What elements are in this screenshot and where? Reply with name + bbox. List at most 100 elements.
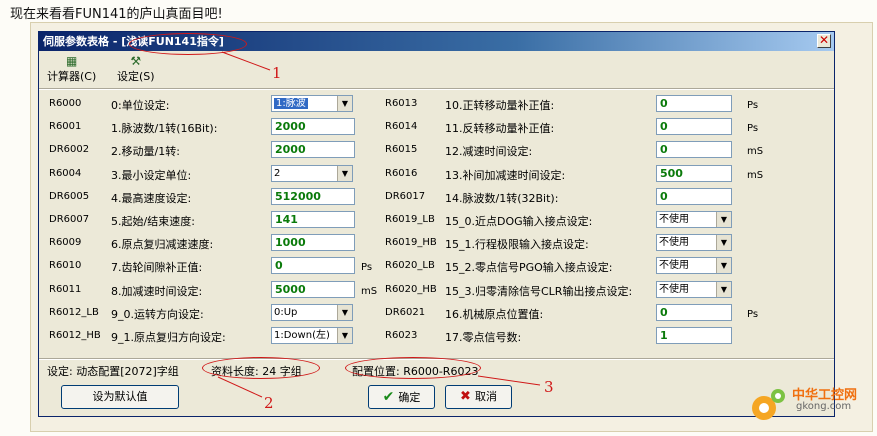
dropdown-arrow-icon[interactable]: ▼ (337, 305, 352, 320)
parameter-input[interactable]: 0 (271, 257, 355, 274)
parameter-input[interactable]: 0 (656, 141, 732, 158)
parameter-label: 15_0.近点DOG输入接点设定: (445, 215, 593, 228)
parameter-select[interactable]: 不使用 ▼ (656, 234, 732, 251)
register-address: R6009 (49, 237, 82, 248)
parameter-label: 11.反转移动量补正值: (445, 122, 555, 135)
unit-label: mS (747, 170, 764, 181)
unit-label: Ps (361, 262, 373, 273)
register-address: R6020_HB (385, 284, 437, 295)
parameter-label: 15_1.行程极限输入接点设定: (445, 238, 589, 251)
parameter-label: 12.减速时间设定: (445, 145, 533, 158)
select-value: 不使用 (659, 237, 689, 248)
register-address: R6011 (49, 284, 82, 295)
unit-label: Ps (747, 123, 759, 134)
unit-label: mS (361, 286, 378, 297)
parameter-label: 13.补间加减速时间设定: (445, 169, 566, 182)
gear-icon (752, 389, 785, 420)
register-address: R6015 (385, 144, 418, 155)
toolbar-calculator-button[interactable]: ▦ 计算器(C) (47, 54, 96, 84)
unit-label: Ps (747, 309, 759, 320)
page-caption: 现在来看看FUN141的庐山真面目吧! (10, 7, 223, 22)
dropdown-arrow-icon[interactable]: ▼ (716, 235, 731, 250)
parameter-input[interactable]: 141 (271, 211, 355, 228)
parameter-select[interactable]: 1:脉波 ▼ (271, 95, 353, 112)
annotation-label-3: 3 (544, 378, 554, 396)
register-address: R6019_LB (385, 214, 435, 225)
set-default-button[interactable]: 设为默认值 (61, 385, 179, 409)
dropdown-arrow-icon[interactable]: ▼ (716, 258, 731, 273)
parameter-label: 1.脉波数/1转(16Bit): (111, 122, 218, 135)
parameter-input[interactable]: 0 (656, 188, 732, 205)
parameter-input[interactable]: 5000 (271, 281, 355, 298)
parameter-select[interactable]: 不使用 ▼ (656, 257, 732, 274)
select-value: 1:Down(左) (274, 330, 330, 341)
parameter-input[interactable]: 2000 (271, 141, 355, 158)
register-address: R6016 (385, 168, 418, 179)
parameter-label: 4.最高速度设定: (111, 192, 192, 205)
register-address: R6001 (49, 121, 82, 132)
annotation-label-1: 1 (272, 64, 282, 82)
tools-icon: ⚒ (130, 54, 142, 68)
calculator-icon: ▦ (65, 54, 78, 68)
parameter-label: 9_1.原点复归方向设定: (111, 331, 226, 344)
parameter-label: 2.移动量/1转: (111, 145, 180, 158)
parameter-input[interactable]: 1000 (271, 234, 355, 251)
parameter-input[interactable]: 1 (656, 327, 732, 344)
register-address: R6013 (385, 98, 418, 109)
register-address: DR6021 (385, 307, 426, 318)
select-value: 不使用 (659, 284, 689, 295)
parameter-label: 15_3.归零清除信号CLR输出接点设定: (445, 285, 633, 298)
register-address: R6014 (385, 121, 418, 132)
close-icon[interactable]: ✕ (817, 34, 831, 48)
parameter-input[interactable]: 2000 (271, 118, 355, 135)
register-address: R6023 (385, 330, 418, 341)
register-address: R6012_HB (49, 330, 101, 341)
parameter-input[interactable]: 0 (656, 304, 732, 321)
cancel-button[interactable]: ✖ 取消 (445, 385, 512, 409)
dropdown-arrow-icon[interactable]: ▼ (337, 328, 352, 343)
status-setting: 设定: 动态配置[2072]字组 (47, 365, 179, 378)
parameter-label: 16.机械原点位置值: (445, 308, 544, 321)
toolbar-calculator-label: 计算器(C) (47, 70, 97, 83)
parameter-label: 5.起始/结束速度: (111, 215, 195, 228)
ok-button[interactable]: ✔ 确定 (368, 385, 435, 409)
checkmark-icon: ✔ (382, 389, 395, 405)
dropdown-arrow-icon[interactable]: ▼ (337, 96, 352, 111)
parameter-input[interactable]: 0 (656, 95, 732, 112)
toolbar-settings-label: 设定(S) (117, 70, 155, 83)
parameter-select[interactable]: 1:Down(左) ▼ (271, 327, 353, 344)
parameter-select[interactable]: 不使用 ▼ (656, 281, 732, 298)
parameter-label: 9_0.运转方向设定: (111, 308, 204, 321)
parameter-select[interactable]: 不使用 ▼ (656, 211, 732, 228)
parameter-label: 7.齿轮间隙补正值: (111, 261, 203, 274)
parameter-label: 3.最小设定单位: (111, 169, 192, 182)
register-address: R6019_HB (385, 237, 437, 248)
parameter-select[interactable]: 2 ▼ (271, 165, 353, 182)
annotation-label-2: 2 (264, 394, 274, 412)
register-address: R6012_LB (49, 307, 99, 318)
parameter-select[interactable]: 0:Up ▼ (271, 304, 353, 321)
select-value: 不使用 (659, 214, 689, 225)
register-address: DR6007 (49, 214, 90, 225)
parameter-label: 17.零点信号数: (445, 331, 522, 344)
register-address: R6010 (49, 260, 82, 271)
dropdown-arrow-icon[interactable]: ▼ (716, 212, 731, 227)
cross-icon: ✖ (460, 389, 471, 404)
dropdown-arrow-icon[interactable]: ▼ (337, 166, 352, 181)
set-default-label: 设为默认值 (92, 390, 148, 403)
watermark-url: gkong.com (796, 401, 852, 412)
parameter-input[interactable]: 0 (656, 118, 732, 135)
dropdown-arrow-icon[interactable]: ▼ (716, 282, 731, 297)
register-address: DR6017 (385, 191, 426, 202)
parameter-input[interactable]: 512000 (271, 188, 355, 205)
parameter-input[interactable]: 500 (656, 165, 732, 182)
register-address: R6020_LB (385, 260, 435, 271)
register-address: R6000 (49, 98, 82, 109)
parameter-label: 6.原点复归减速速度: (111, 238, 214, 251)
unit-label: Ps (747, 100, 759, 111)
parameter-label: 10.正转移动量补正值: (445, 99, 555, 112)
parameter-label: 14.脉波数/1转(32Bit): (445, 192, 559, 205)
ok-label: 确定 (398, 391, 421, 404)
register-address: DR6005 (49, 191, 90, 202)
toolbar-settings-button[interactable]: ⚒ 设定(S) (117, 54, 155, 84)
